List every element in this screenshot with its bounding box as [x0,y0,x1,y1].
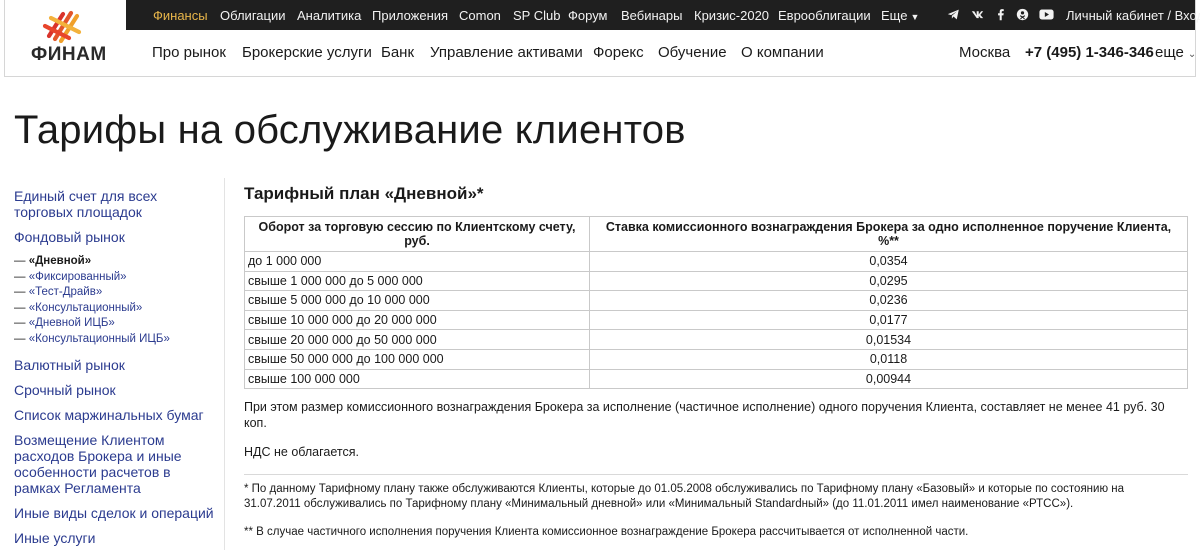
finam-logo[interactable]: ФИНАМ [5,0,125,76]
turnover-cell: свыше 50 000 000 до 100 000 000 [244,348,590,370]
nav-more-menu[interactable]: еще ⌄ [1155,44,1196,61]
sidebar-subitem-daily-icb[interactable]: — «Дневной ИЦБ» [14,316,224,332]
topbar-item-crisis[interactable]: Кризис-2020 [694,8,769,23]
minimum-fee-note: При этом размер комиссионного вознагражд… [244,400,1165,431]
city-selector[interactable]: Москва [959,44,1010,61]
phone-number[interactable]: +7 (495) 1-346-346 [1025,44,1154,61]
sidebar-item-currency-market[interactable]: Валютный рынок [14,357,224,373]
sidebar-item-expense-reimbursement[interactable]: Возмещение Клиентом расходов Брокера и и… [14,432,199,496]
column-header-rate: Ставка комиссионного вознаграждения Брок… [589,216,1188,252]
sidebar-subitem-consulting[interactable]: — «Консультационный» [14,301,224,317]
sidebar-subitem-test-drive[interactable]: — «Тест-Драйв» [14,285,224,301]
rate-cell: 0,0177 [589,309,1188,331]
vat-note: НДС не облагается. [244,445,359,460]
facebook-icon[interactable] [994,8,1007,21]
turnover-cell: свыше 20 000 000 до 50 000 000 [244,329,590,350]
top-bar: Финансы Облигации Аналитика Приложения C… [126,0,1200,30]
chevron-down-icon: ⌄ [1187,49,1197,60]
vk-icon[interactable] [971,8,984,21]
chevron-down-icon: ▼ [910,12,920,22]
footnote-divider [244,474,1188,476]
rate-cell: 0,00944 [589,368,1188,390]
telegram-icon[interactable] [947,8,960,21]
main-content: Тарифный план «Дневной»* Оборот за торго… [244,184,1194,540]
table-row: свыше 1 000 000 до 5 000 000 0,0295 [244,270,1188,292]
sidebar-subitem-consulting-icb[interactable]: — «Консультационный ИЦБ» [14,332,224,348]
footnote-1: * По данному Тарифному плану также обслу… [244,483,1125,511]
rate-cell: 0,0354 [589,251,1188,272]
topbar-item-webinars[interactable]: Вебинары [621,8,682,23]
nav-item-asset-management[interactable]: Управление активами [430,44,583,61]
rate-cell: 0,0118 [589,348,1188,370]
table-row: до 1 000 000 0,0354 [244,251,1188,272]
sidebar-sublist: — «Дневной» — «Фиксированный» — «Тест-Др… [14,254,224,347]
rate-cell: 0,0295 [589,270,1188,292]
sidebar-subitem-daily[interactable]: — «Дневной» [14,254,224,270]
account-login-link[interactable]: Личный кабинет / Вход [1066,8,1200,23]
turnover-cell: до 1 000 000 [244,251,590,272]
nav-item-market[interactable]: Про рынок [152,44,226,61]
table-row: свыше 5 000 000 до 10 000 000 0,0236 [244,290,1188,311]
turnover-cell: свыше 5 000 000 до 10 000 000 [244,290,590,311]
table-row: свыше 10 000 000 до 20 000 000 0,0177 [244,309,1188,331]
sidebar-item-other-services[interactable]: Иные услуги [14,530,224,546]
topbar-item-eurobonds[interactable]: Еврооблигации [778,8,871,23]
topbar-item-bonds[interactable]: Облигации [220,8,285,23]
sidebar: Единый счет для всех торговых площадок Ф… [14,188,224,546]
nav-more-label: еще [1155,44,1184,61]
nav-item-bank[interactable]: Банк [381,44,414,61]
main-nav: Про рынок Брокерские услуги Банк Управле… [126,30,1196,76]
turnover-cell: свыше 100 000 000 [244,368,590,390]
finam-logo-mark-icon [42,10,82,44]
sidebar-item-other-deals[interactable]: Иные виды сделок и операций [14,505,224,521]
site-header: ФИНАМ Финансы Облигации Аналитика Прилож… [4,0,1200,77]
table-row: свыше 100 000 000 0,00944 [244,368,1188,390]
table-header-row: Оборот за торговую сессию по Клиентскому… [244,216,1188,252]
plan-title: Тарифный план «Дневной»* [244,184,484,203]
topbar-item-forum[interactable]: Форум [568,8,608,23]
topbar-more-menu[interactable]: Еще ▼ [881,8,919,23]
rate-cell: 0,0236 [589,290,1188,311]
rate-cell: 0,01534 [589,329,1188,350]
page-title: Тарифы на обслуживание клиентов [14,108,686,152]
sidebar-divider [224,178,225,550]
topbar-item-spclub[interactable]: SP Club [513,8,560,23]
odnoklassniki-icon[interactable] [1016,8,1029,21]
sidebar-item-stock-market[interactable]: Фондовый рынок [14,229,224,245]
turnover-cell: свыше 10 000 000 до 20 000 000 [244,309,590,331]
table-row: свыше 20 000 000 до 50 000 000 0,01534 [244,329,1188,350]
turnover-cell: свыше 1 000 000 до 5 000 000 [244,270,590,292]
nav-item-brokerage[interactable]: Брокерские услуги [242,44,372,61]
nav-item-about[interactable]: О компании [741,44,824,61]
nav-item-forex[interactable]: Форекс [593,44,644,61]
column-header-turnover: Оборот за торговую сессию по Клиентскому… [244,216,590,252]
sidebar-item-derivatives-market[interactable]: Срочный рынок [14,382,224,398]
nav-item-education[interactable]: Обучение [658,44,727,61]
topbar-item-comon[interactable]: Comon [459,8,501,23]
topbar-item-finances[interactable]: Финансы [153,8,208,23]
sidebar-item-unified-account[interactable]: Единый счет для всех торговых площадок [14,188,184,220]
topbar-more-label: Еще [881,8,908,23]
topbar-item-apps[interactable]: Приложения [372,8,448,23]
sidebar-item-margin-securities[interactable]: Список маржинальных бумаг [14,407,224,423]
table-row: свыше 50 000 000 до 100 000 000 0,0118 [244,348,1188,370]
sidebar-subitem-fixed[interactable]: — «Фиксированный» [14,270,224,286]
logo-wordmark: ФИНАМ [31,44,107,65]
tariff-table: Оборот за торговую сессию по Клиентскому… [244,216,1188,390]
footnote-2: ** В случае частичного исполнения поруче… [244,526,969,539]
topbar-item-analytics[interactable]: Аналитика [297,8,361,23]
youtube-icon[interactable] [1039,8,1054,21]
